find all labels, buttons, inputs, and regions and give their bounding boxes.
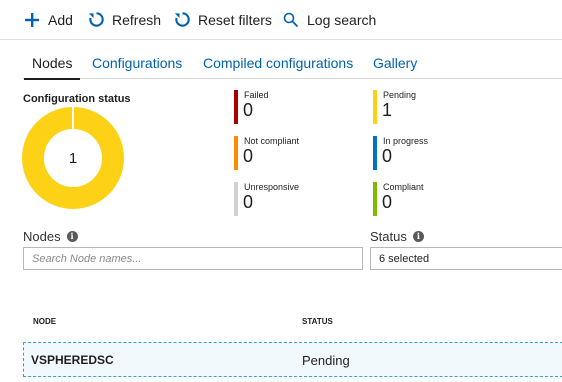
nodes-filter-text: Nodes: [23, 229, 61, 244]
stat-unresponsive-value: 0: [243, 192, 254, 212]
node-search-input[interactable]: [23, 247, 363, 270]
plus-icon: [22, 10, 42, 30]
stat-in-progress-label: In progress: [383, 136, 429, 146]
log-search-button[interactable]: Log search: [281, 0, 376, 40]
refresh-button[interactable]: Refresh: [86, 0, 161, 40]
node-name-cell: VSPHEREDSC: [31, 353, 114, 367]
stat-in-progress-bar: [373, 136, 377, 170]
node-status-cell: Pending: [302, 353, 350, 368]
info-icon[interactable]: i: [66, 231, 78, 242]
search-icon: [281, 10, 301, 30]
command-bar: Add Refresh Reset filters Log search: [0, 0, 562, 40]
stat-in-progress-value: 0: [382, 146, 393, 166]
status-dropdown[interactable]: 6 selected: [370, 247, 562, 270]
stat-not-compliant-label: Not compliant: [244, 136, 300, 146]
status-dropdown-value: 6 selected: [379, 253, 430, 265]
donut-total: 1: [22, 107, 124, 209]
stat-failed-bar: [234, 90, 238, 124]
column-header-status[interactable]: STATUS: [302, 317, 333, 326]
tab-gallery[interactable]: Gallery: [373, 52, 417, 79]
info-icon[interactable]: i: [412, 231, 424, 242]
stat-not-compliant-value: 0: [243, 146, 254, 166]
add-label: Add: [48, 11, 73, 28]
stat-compliant-label: Compliant: [383, 182, 424, 192]
stat-failed-label: Failed: [244, 90, 269, 100]
tab-nodes[interactable]: Nodes: [23, 52, 82, 80]
donut-total-value: 1: [68, 149, 78, 167]
automation-dsc-nodes-page: Add Refresh Reset filters Log search Nod…: [0, 0, 562, 382]
reset-icon: [172, 10, 192, 30]
stat-unresponsive-label: Unresponsive: [244, 182, 300, 192]
refresh-icon: [86, 10, 106, 30]
column-header-node[interactable]: NODE: [33, 317, 56, 326]
tab-configurations[interactable]: Configurations: [92, 52, 182, 79]
log-search-label: Log search: [307, 11, 377, 28]
refresh-label: Refresh: [112, 11, 162, 28]
status-filter-text: Status: [370, 229, 407, 244]
stat-compliant-value: 0: [382, 192, 393, 212]
stat-pending-value: 1: [382, 100, 393, 120]
stat-pending-label: Pending: [383, 90, 417, 100]
nodes-filter-label: Nodes i: [23, 229, 78, 244]
tab-strip: Nodes Configurations Compiled configurat…: [23, 52, 562, 80]
reset-filters-label: Reset filters: [198, 11, 272, 28]
add-button[interactable]: Add: [22, 0, 73, 40]
stat-pending-bar: [373, 90, 377, 124]
configuration-status-title: Configuration status: [23, 93, 131, 105]
stat-compliant-bar: [373, 182, 377, 216]
status-filter-label: Status i: [370, 229, 424, 244]
reset-filters-button[interactable]: Reset filters: [172, 0, 272, 40]
stat-not-compliant-bar: [234, 136, 238, 170]
tab-compiled-configurations[interactable]: Compiled configurations: [203, 52, 353, 79]
stat-unresponsive-bar: [234, 182, 238, 216]
stat-failed-value: 0: [243, 100, 254, 120]
table-row[interactable]: VSPHEREDSC Pending: [23, 342, 562, 377]
